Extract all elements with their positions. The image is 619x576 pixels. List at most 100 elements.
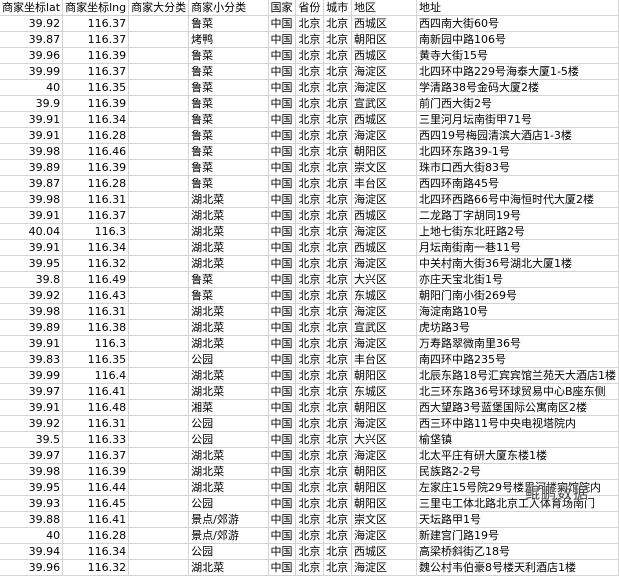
table-cell[interactable]: 黄寺大街15号 [416,47,619,64]
table-cell[interactable]: 大兴区 [351,271,417,288]
table-cell[interactable]: 北京 [323,255,352,272]
table-cell[interactable]: 月坛南街南一巷11号 [416,239,619,256]
table-cell[interactable]: 西城区 [351,15,417,32]
table-cell[interactable]: 鲁菜 [188,111,269,128]
table-cell[interactable]: 北京 [295,79,325,96]
table-cell[interactable]: 116.3 [62,223,130,240]
table-cell[interactable]: 116.48 [62,399,130,416]
table-cell[interactable]: 朝阳区 [351,367,417,384]
table-cell[interactable]: 39.99 [0,367,64,384]
table-cell[interactable]: 北京 [323,479,352,496]
table-cell[interactable]: 中国 [268,207,297,224]
table-cell[interactable]: 万寿路翠微南里36号 [416,335,619,352]
table-cell[interactable]: 北京 [323,351,352,368]
table-cell[interactable]: 中国 [268,111,297,128]
table-cell[interactable]: 湖北菜 [188,447,269,464]
table-cell[interactable]: 中国 [268,303,297,320]
table-cell[interactable]: 西城区 [351,47,417,64]
table-cell[interactable]: 海淀区 [351,303,417,320]
table-cell[interactable]: 116.35 [62,351,130,368]
table-cell[interactable]: 北京 [323,367,352,384]
table-cell[interactable]: 新建宫门路19号 [416,527,619,544]
table-cell[interactable]: 宣武区 [351,95,417,112]
table-cell[interactable]: 39.98 [0,191,64,208]
table-cell[interactable]: 中国 [268,15,297,32]
table-cell[interactable]: 北四环西路66号中海恒时代大厦2楼 [416,191,619,208]
table-cell[interactable]: 中国 [268,463,297,480]
table-cell[interactable]: 116.39 [62,47,130,64]
table-cell[interactable]: 116.43 [62,287,130,304]
column-header[interactable]: 城市 [323,0,352,16]
table-cell[interactable] [128,415,190,432]
table-cell[interactable]: 西城区 [351,543,417,560]
table-cell[interactable]: 天坛路甲1号 [416,511,619,528]
table-cell[interactable]: 中国 [268,367,297,384]
table-cell[interactable]: 39.8 [0,271,64,288]
table-cell[interactable]: 鲁菜 [188,95,269,112]
table-cell[interactable]: 北京 [295,127,325,144]
table-cell[interactable]: 北京 [323,47,352,64]
table-cell[interactable]: 景点/郊游 [188,527,269,544]
table-cell[interactable]: 朝阳区 [351,463,417,480]
table-cell[interactable]: 39.83 [0,351,64,368]
table-cell[interactable]: 湖北菜 [188,239,269,256]
table-cell[interactable]: 北四环中路229号海泰大厦1-5楼 [416,63,619,80]
table-cell[interactable] [128,47,190,64]
table-cell[interactable]: 北京 [323,335,352,352]
table-cell[interactable]: 西三环中路11号中央电视塔院内 [416,415,619,432]
table-cell[interactable]: 39.96 [0,47,64,64]
table-cell[interactable]: 北京 [295,47,325,64]
table-cell[interactable] [128,351,190,368]
table-cell[interactable]: 北京 [295,191,325,208]
table-cell[interactable]: 中国 [268,255,297,272]
table-cell[interactable]: 北京 [295,431,325,448]
table-cell[interactable]: 鲁菜 [188,175,269,192]
table-cell[interactable]: 朝阳区 [351,143,417,160]
table-cell[interactable]: 116.39 [62,95,130,112]
table-cell[interactable]: 大兴区 [351,431,417,448]
table-cell[interactable]: 北京 [323,399,352,416]
table-cell[interactable]: 中国 [268,479,297,496]
table-cell[interactable]: 北京 [295,223,325,240]
table-cell[interactable]: 北京 [295,383,325,400]
table-cell[interactable]: 鲁菜 [188,159,269,176]
table-cell[interactable]: 海淀区 [351,79,417,96]
table-cell[interactable]: 39.96 [0,559,64,576]
table-cell[interactable]: 北四环东路39-1号 [416,143,619,160]
table-cell[interactable]: 湖北菜 [188,559,269,576]
table-cell[interactable]: 鲁菜 [188,63,269,80]
table-cell[interactable]: 39.91 [0,399,64,416]
column-header[interactable]: 商家坐标lat [0,0,64,16]
table-cell[interactable]: 39.5 [0,431,64,448]
table-cell[interactable]: 中国 [268,223,297,240]
table-cell[interactable]: 朝阳门南小街269号 [416,287,619,304]
table-cell[interactable]: 东城区 [351,383,417,400]
table-cell[interactable] [128,255,190,272]
table-cell[interactable]: 39.9 [0,95,64,112]
table-cell[interactable] [128,527,190,544]
table-cell[interactable]: 北三环东路36号环球贸易中心B座东侧 [416,383,619,400]
table-cell[interactable]: 北京 [323,127,352,144]
table-cell[interactable]: 北京 [295,335,325,352]
table-cell[interactable]: 北太平庄有研大厦东楼1楼 [416,447,619,464]
table-cell[interactable]: 116.37 [62,31,130,48]
column-header[interactable]: 地址 [416,0,619,16]
column-header[interactable]: 国家 [268,0,297,16]
table-cell[interactable]: 北京 [323,431,352,448]
table-cell[interactable] [128,495,190,512]
table-cell[interactable]: 北京 [295,207,325,224]
table-cell[interactable]: 39.92 [0,287,64,304]
table-cell[interactable]: 116.49 [62,271,130,288]
table-cell[interactable] [128,511,190,528]
table-cell[interactable]: 民族路2-2号 [416,463,619,480]
table-cell[interactable]: 湖北菜 [188,463,269,480]
table-cell[interactable]: 39.98 [0,463,64,480]
table-cell[interactable]: 北京 [323,111,352,128]
table-cell[interactable] [128,207,190,224]
table-cell[interactable]: 北京 [323,79,352,96]
table-cell[interactable]: 湖北菜 [188,207,269,224]
table-cell[interactable]: 北京 [323,319,352,336]
table-cell[interactable]: 中国 [268,175,297,192]
table-cell[interactable]: 南四环中路235号 [416,351,619,368]
table-cell[interactable]: 北京 [295,15,325,32]
